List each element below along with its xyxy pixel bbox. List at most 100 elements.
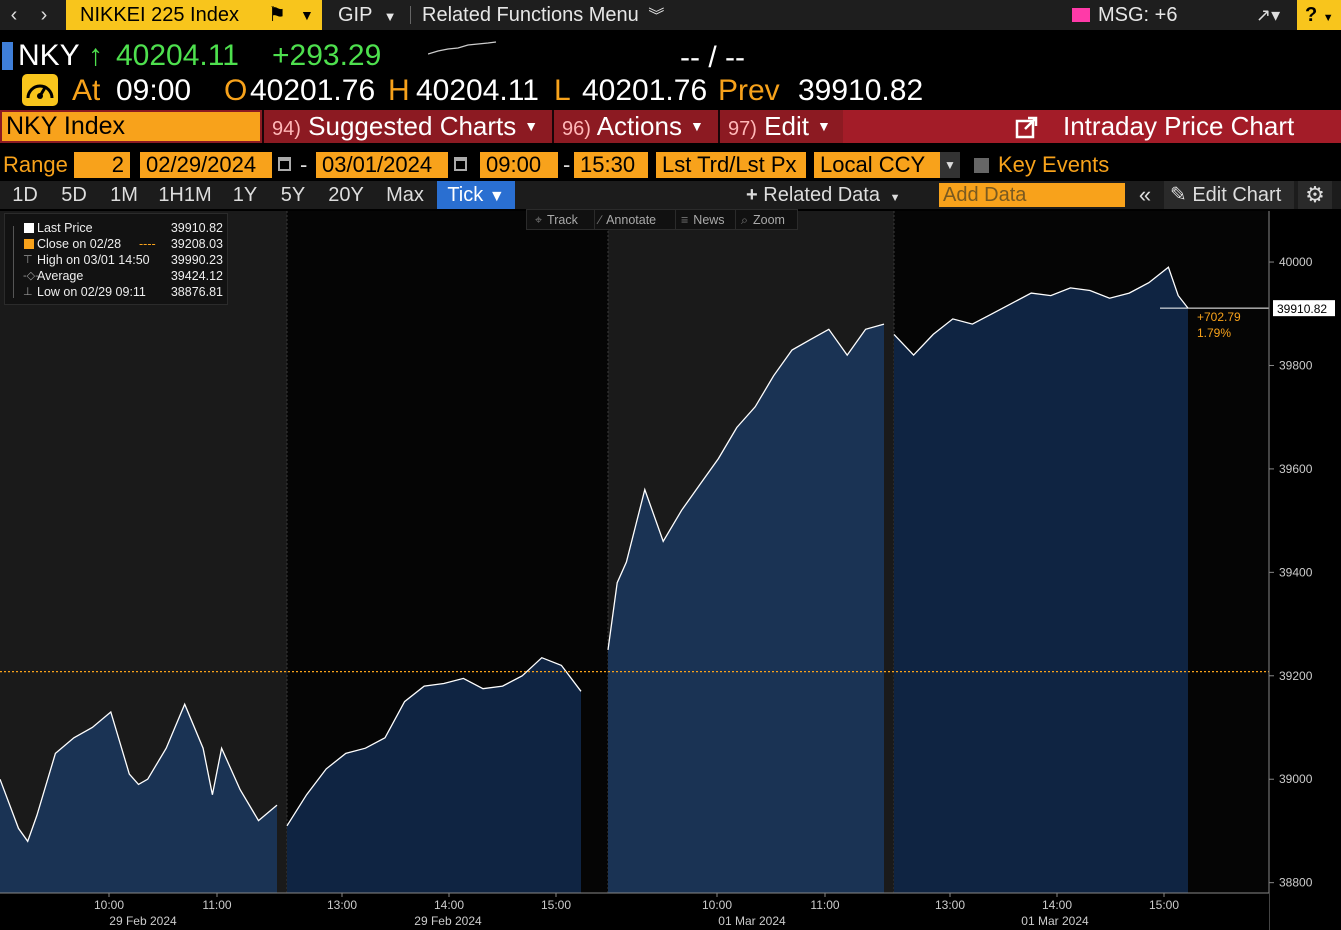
legend-row-last-price[interactable]: Last Price 39910.82: [5, 220, 229, 236]
track-tool[interactable]: ⌖ Track: [535, 210, 578, 230]
security-color-marker: [2, 42, 13, 70]
forward-arrow-icon[interactable]: ›: [32, 3, 56, 27]
period-1h1m[interactable]: 1H1M: [150, 181, 220, 209]
start-date-input[interactable]: 02/29/2024: [140, 152, 272, 178]
last-price: 40204.11: [116, 39, 239, 72]
chart-tools: ⌖ Track ∕ Annotate ≡ News ⌕ Zoom: [526, 209, 798, 230]
period-max[interactable]: Max: [376, 181, 434, 209]
legend-name: Average: [37, 269, 84, 283]
high-marker-icon: ⊤: [23, 254, 33, 266]
price-type-select[interactable]: Lst Trd/Lst Px: [656, 152, 806, 178]
x-date-label: 01 Mar 2024: [718, 914, 786, 928]
speedometer-icon[interactable]: [22, 74, 58, 106]
gip-menu[interactable]: GIP ▼: [338, 0, 397, 30]
back-arrow-icon[interactable]: ‹: [2, 3, 26, 27]
x-tick-label: 13:00: [327, 898, 357, 912]
x-date-label: 01 Mar 2024: [1021, 914, 1089, 928]
legend-row-low[interactable]: ⊥ Low on 02/29 09:11 38876.81: [5, 284, 229, 300]
x-tick-label: 15:00: [1149, 898, 1179, 912]
envelope-icon: [1072, 8, 1090, 22]
x-tick-label: 14:00: [434, 898, 464, 912]
legend-row-close[interactable]: Close on 02/28 ---- 39208.03: [5, 236, 229, 252]
low-label: L: [554, 74, 571, 107]
start-time-input[interactable]: 09:00: [480, 152, 558, 178]
low-marker-icon: ⊥: [23, 286, 33, 298]
y-tick-label: 38800: [1279, 876, 1313, 890]
x-tick-label: 13:00: [935, 898, 965, 912]
annotate-tool[interactable]: ∕ Annotate: [599, 210, 656, 230]
y-tick-label: 39800: [1279, 358, 1313, 372]
period-1y[interactable]: 1Y: [222, 181, 268, 209]
zoom-tool[interactable]: ⌕ Zoom: [741, 210, 785, 230]
x-tick-label: 10:00: [94, 898, 124, 912]
currency-select[interactable]: Local CCY: [814, 152, 940, 178]
related-functions-menu[interactable]: Related Functions Menu ︾: [422, 0, 664, 30]
price-chart[interactable]: 38800 39000 39200 39400 39600 39800 40000 39910…: [0, 211, 1341, 930]
legend-name: Close on 02/28: [37, 237, 122, 251]
y-tick-label: 39400: [1279, 565, 1313, 579]
chevron-down-icon: ▼: [689, 118, 704, 134]
quote-panel: NKY ↑ 40204.11 +293.29 -- / -- At 09:00 …: [0, 34, 1341, 108]
legend-value: 39424.12: [170, 269, 223, 283]
end-date-input[interactable]: 03/01/2024: [316, 152, 448, 178]
x-tick-label: 11:00: [202, 898, 231, 912]
function-title: Intraday Price Chart: [1063, 111, 1295, 141]
actions-menu[interactable]: 96) Actions ▼: [562, 110, 704, 143]
ticker-input[interactable]: NKY Index: [2, 112, 260, 141]
legend-row-average[interactable]: -◇- Average 39424.12: [5, 268, 229, 284]
edit-chart-button[interactable]: ✎ Edit Chart: [1164, 181, 1294, 209]
chevron-down-icon: ▼: [889, 192, 901, 204]
add-data-input[interactable]: [939, 183, 1125, 207]
flag-icon[interactable]: ⚑: [268, 0, 286, 30]
divider: [675, 210, 676, 230]
export-icon[interactable]: ↗▾: [1256, 3, 1280, 27]
pencil-icon: ✎: [1170, 184, 1187, 206]
period-1d[interactable]: 1D: [2, 181, 48, 209]
gear-icon[interactable]: ⚙: [1298, 181, 1332, 209]
period-bar: 1D 5D 1M 1H1M 1Y 5Y 20Y Max Tick ▼ + Rel…: [0, 181, 1341, 209]
news-icon: ≡: [681, 213, 689, 227]
key-events-checkbox[interactable]: [974, 158, 989, 173]
help-button[interactable]: ? ▼: [1297, 0, 1341, 30]
calendar-icon[interactable]: [278, 157, 291, 171]
collapse-icon[interactable]: «: [1130, 181, 1160, 209]
period-5d[interactable]: 5D: [50, 181, 98, 209]
period-20y[interactable]: 20Y: [318, 181, 374, 209]
track-label: Track: [547, 213, 578, 227]
annotate-label: Annotate: [606, 213, 657, 227]
security-selector[interactable]: NIKKEI 225 Index ⚑ ▼: [66, 0, 322, 30]
end-time-input[interactable]: 15:30: [574, 152, 648, 178]
related-data-menu[interactable]: + Related Data ▼: [746, 181, 900, 209]
chevron-down-icon[interactable]: ▼: [300, 0, 314, 30]
legend-name: High on 03/01 14:50: [37, 253, 150, 267]
edit-menu[interactable]: 97) Edit ▼: [728, 110, 831, 143]
legend-row-high[interactable]: ⊤ High on 03/01 14:50 39990.23: [5, 252, 229, 268]
divider: [735, 210, 736, 230]
tick-label: Tick: [447, 184, 484, 206]
x-tick-label: 11:00: [810, 898, 839, 912]
edit-label: Edit: [764, 111, 809, 141]
messages-button[interactable]: MSG: +6: [1072, 0, 1177, 30]
x-tick-label: 14:00: [1042, 898, 1072, 912]
range-days-input[interactable]: 2: [74, 152, 130, 178]
news-tool[interactable]: ≡ News: [681, 210, 725, 230]
y-tick-label: 39200: [1279, 669, 1313, 683]
legend-value: 38876.81: [170, 285, 223, 299]
tick-selector[interactable]: Tick ▼: [437, 181, 515, 209]
x-date-label: 29 Feb 2024: [414, 914, 482, 928]
chart-canvas[interactable]: 38800 39000 39200 39400 39600 39800 40000 39910…: [0, 211, 1341, 930]
menu-number: 96): [562, 118, 591, 140]
divider: [262, 110, 264, 143]
calendar-icon[interactable]: [454, 157, 467, 171]
period-5y[interactable]: 5Y: [270, 181, 316, 209]
net-change: +293.29: [272, 39, 382, 72]
zoom-label: Zoom: [753, 213, 785, 227]
suggested-charts-menu[interactable]: 94) Suggested Charts ▼: [272, 110, 538, 143]
chevron-down-icon[interactable]: ▼: [940, 152, 960, 178]
period-1m[interactable]: 1M: [100, 181, 148, 209]
security-name: NIKKEI 225 Index: [80, 4, 239, 26]
up-arrow-icon: ↑: [88, 39, 103, 72]
key-events-label: Key Events: [998, 152, 1110, 177]
popout-icon[interactable]: [1015, 115, 1039, 139]
function-title-area: Intraday Price Chart: [843, 110, 1341, 143]
